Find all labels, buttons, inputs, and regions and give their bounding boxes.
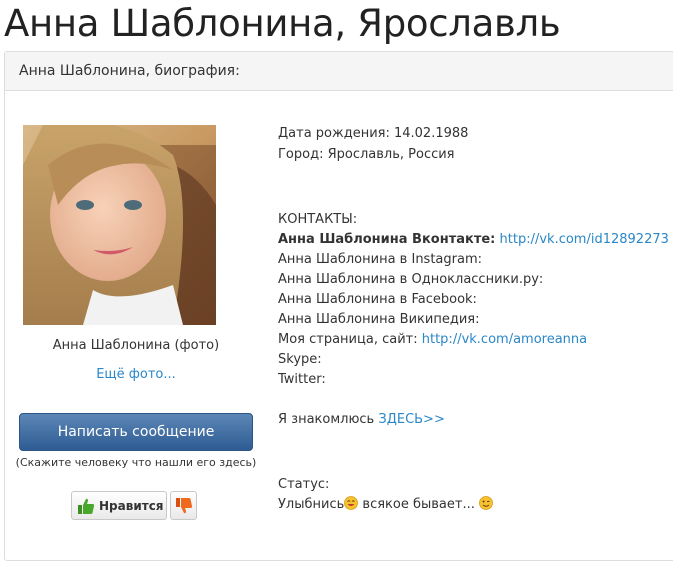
like-label: Нравится: [99, 498, 164, 513]
vk-label: Анна Шаблонина Вконтакте:: [278, 232, 496, 247]
more-photos-link[interactable]: Ещё фото...: [14, 367, 258, 382]
wink-emoji-icon: [479, 496, 493, 510]
vk-link[interactable]: http://vk.com/id12892273: [500, 232, 669, 247]
contacts-heading: КОНТАКТЫ:: [278, 212, 358, 227]
status-part1: Улыбнись: [278, 497, 345, 512]
smile-emoji-icon: [344, 496, 359, 510]
page-title: Анна Шаблонина, Ярославль: [4, 2, 561, 45]
vk-row: Анна Шаблонина Вконтакте: http://vk.com/…: [278, 230, 669, 250]
wikipedia-row: Анна Шаблонина Википедия:: [278, 312, 480, 327]
birth-date: Дата рождения: 14.02.1988: [278, 126, 469, 141]
instagram-row: Анна Шаблонина в Instagram:: [278, 252, 482, 267]
dislike-button[interactable]: [170, 491, 197, 520]
profile-photo-image: [23, 125, 216, 325]
panel-heading: Анна Шаблонина, биография:: [5, 52, 673, 91]
facebook-row: Анна Шаблонина в Facebook:: [278, 292, 477, 307]
send-message-button[interactable]: Написать сообщение: [19, 413, 253, 451]
status-label: Статус:: [278, 477, 330, 492]
status-text: Улыбнись всякое бывает...: [278, 495, 493, 515]
site-label: Моя страница, сайт:: [278, 332, 418, 347]
thumbs-down-icon: [175, 497, 192, 513]
dating-label: Я знакомлюсь: [278, 412, 375, 427]
message-hint: (Скажите человеку что нашли его здесь): [15, 456, 257, 469]
status-part2: всякое бывает...: [358, 497, 475, 512]
odnoklassniki-row: Анна Шаблонина в Одноклассники.ру:: [278, 272, 544, 287]
dating-link[interactable]: ЗДЕСЬ>>: [378, 412, 445, 427]
profile-photo[interactable]: [23, 125, 216, 325]
dating-row: Я знакомлюсь ЗДЕСЬ>>: [278, 410, 445, 430]
thumbs-up-icon: [78, 498, 95, 514]
site-row: Моя страница, сайт: http://vk.com/amorea…: [278, 330, 587, 350]
like-button[interactable]: Нравится: [71, 491, 167, 520]
twitter-row: Twitter:: [278, 372, 326, 387]
skype-row: Skype:: [278, 352, 322, 367]
city: Город: Ярославль, Россия: [278, 147, 455, 162]
photo-caption: Анна Шаблонина (фото): [52, 338, 220, 353]
site-link[interactable]: http://vk.com/amoreanna: [422, 332, 587, 347]
